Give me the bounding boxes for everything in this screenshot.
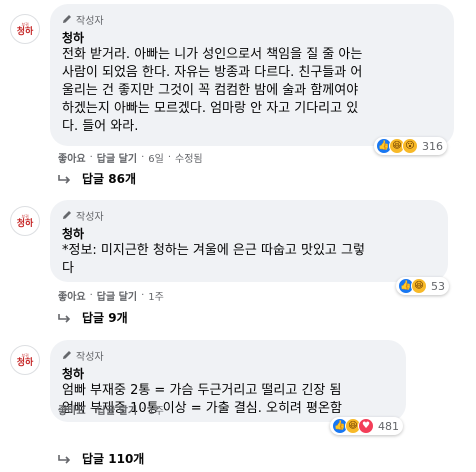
haha-reaction-icon: 😆 <box>411 278 427 294</box>
reaction-count: 53 <box>431 279 445 293</box>
comment-text: 전화 받거라. 아빠는 니가 성인으로서 책임을 질 줄 아는 사람이 되었음 … <box>62 47 363 134</box>
reaction-count: 481 <box>378 419 399 433</box>
avatar[interactable]: 부귀 청하 <box>10 345 40 375</box>
timestamp[interactable]: 1주 <box>148 288 164 303</box>
replies-label: 답글 9개 <box>82 311 128 325</box>
replies-label: 답글 110개 <box>82 452 145 466</box>
reply-button[interactable]: 답글 달기 <box>97 150 137 165</box>
author-badge: 작성자 <box>62 208 436 223</box>
avatar[interactable]: 부귀 청하 <box>10 206 40 236</box>
replies-label: 답글 86개 <box>82 172 136 186</box>
reply-button[interactable]: 답글 달기 <box>97 288 137 303</box>
separator-dot: · <box>141 404 145 415</box>
avatar-logo-text: 청하 <box>16 218 34 229</box>
like-button[interactable]: 좋아요 <box>58 288 86 303</box>
author-name[interactable]: 청하 <box>62 366 394 382</box>
comment-actions: 좋아요 · 답글 달기 · 6일 · 수정됨 <box>58 150 203 165</box>
author-name[interactable]: 청하 <box>62 226 436 242</box>
comment-bubble: 작성자 청하 *정보: 미지근한 청하는 겨울에 은근 따숩고 맛있고 그렇 다 <box>50 200 448 282</box>
author-badge-label: 작성자 <box>76 351 104 363</box>
wow-reaction-icon: 😮 <box>402 138 418 154</box>
separator-dot: · <box>141 152 145 163</box>
separator-dot: · <box>89 404 93 415</box>
pencil-icon <box>63 211 71 219</box>
avatar[interactable]: 부귀 청하 <box>10 14 40 44</box>
avatar-logo-text: 청하 <box>16 357 34 368</box>
reaction-count: 316 <box>422 139 443 153</box>
love-reaction-icon: ♥ <box>358 418 374 434</box>
author-badge: 작성자 <box>62 348 394 363</box>
separator-dot: · <box>89 290 93 301</box>
separator-dot: · <box>167 152 172 163</box>
like-button[interactable]: 좋아요 <box>58 150 86 165</box>
comment-bubble: 작성자 청하 전화 받거라. 아빠는 니가 성인으로서 책임을 질 줄 아는 사… <box>50 4 454 146</box>
separator-dot: · <box>141 290 145 301</box>
comment-actions: 좋아요 · 답글 달기 · 1주 <box>58 402 164 417</box>
reply-arrow-icon <box>58 174 71 184</box>
comment-actions: 좋아요 · 답글 달기 · 1주 <box>58 288 164 303</box>
timestamp[interactable]: 6일 <box>148 150 164 165</box>
reply-arrow-icon <box>58 313 71 323</box>
view-replies-button[interactable]: 답글 86개 <box>58 170 136 187</box>
like-button[interactable]: 좋아요 <box>58 402 86 417</box>
timestamp[interactable]: 1주 <box>148 402 164 417</box>
author-badge-label: 작성자 <box>76 211 104 223</box>
pencil-icon <box>63 351 71 359</box>
author-badge: 작성자 <box>62 12 442 27</box>
comment-text: *정보: 미지근한 청하는 겨울에 은근 따숩고 맛있고 그렇 다 <box>62 243 365 276</box>
reply-button[interactable]: 답글 달기 <box>97 402 137 417</box>
view-replies-button[interactable]: 답글 110개 <box>58 450 144 467</box>
reaction-summary[interactable]: 👍 😆 53 <box>396 277 449 295</box>
reply-arrow-icon <box>58 454 71 464</box>
reaction-summary[interactable]: 👍 😆 ♥ 481 <box>330 417 403 435</box>
author-badge-label: 작성자 <box>76 15 104 27</box>
pencil-icon <box>63 15 71 23</box>
avatar-logo-text: 청하 <box>16 26 34 37</box>
author-name[interactable]: 청하 <box>62 30 442 46</box>
reaction-summary[interactable]: 👍 😆 😮 316 <box>374 137 447 155</box>
separator-dot: · <box>89 152 93 163</box>
edited-label: 수정됨 <box>175 154 203 165</box>
view-replies-button[interactable]: 답글 9개 <box>58 309 128 326</box>
